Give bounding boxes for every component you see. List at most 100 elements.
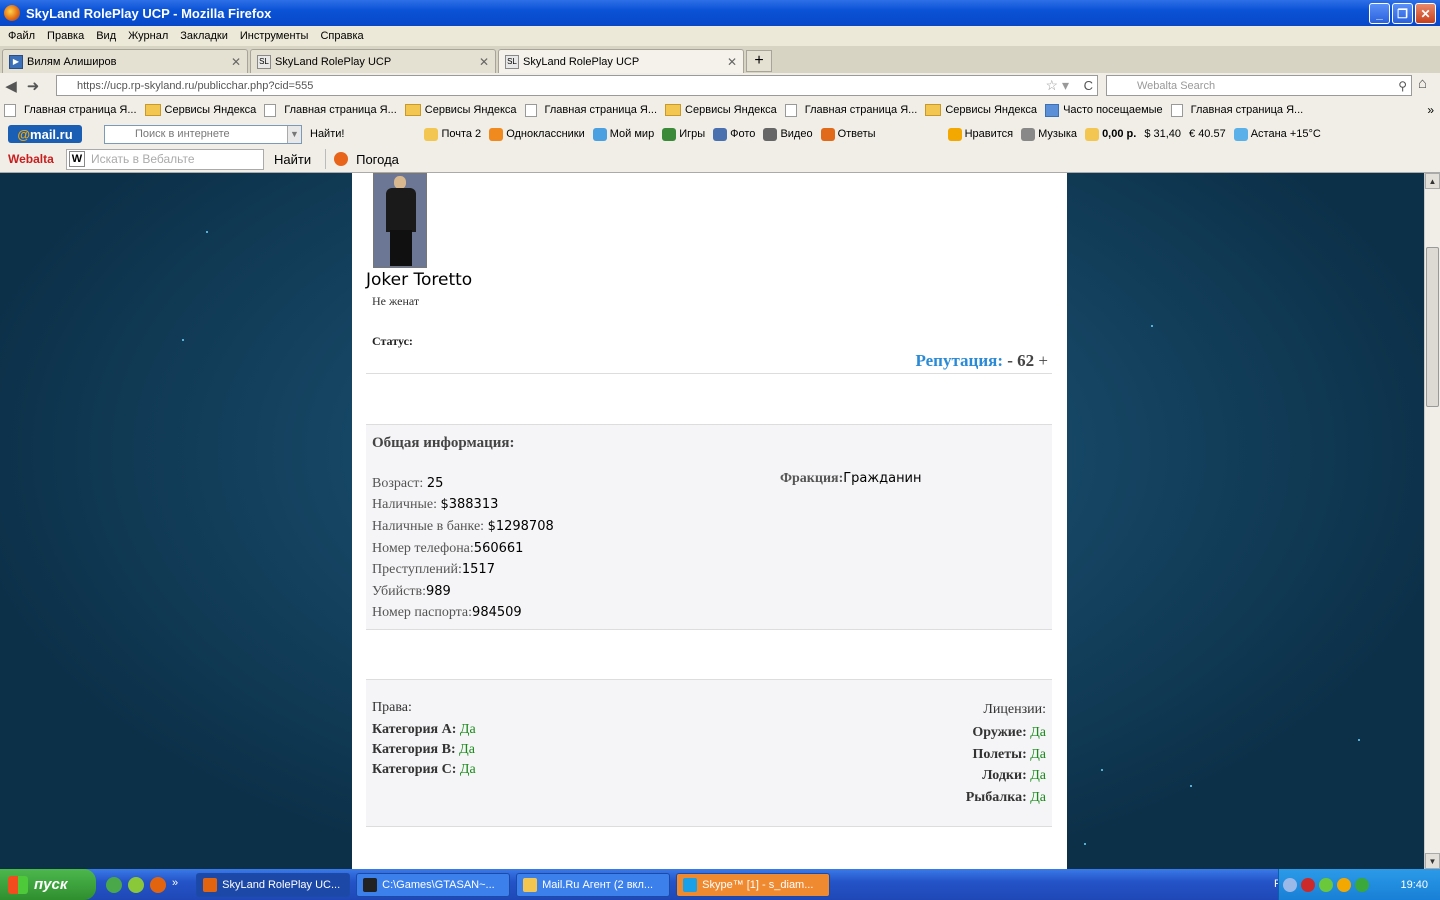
bookmark-folder[interactable]: Сервисы Яндекса [404, 104, 517, 116]
menu-file[interactable]: Файл [2, 30, 41, 42]
bookmark-star-icon[interactable]: ☆ ▾ [1046, 77, 1069, 94]
star-decoration [182, 339, 184, 341]
general-info-title: Общая информация: [372, 435, 515, 451]
scroll-up-arrow-icon[interactable]: ▲ [1425, 173, 1440, 189]
like-icon [947, 127, 962, 141]
star-decoration [1190, 785, 1192, 787]
weather-icon [1233, 127, 1248, 141]
start-button[interactable]: пуск [0, 869, 96, 900]
bookmark-most-visited[interactable]: Часто посещаемые [1045, 103, 1163, 117]
taskbar-item-cmd[interactable]: C:\Games\GTASAN~... [356, 872, 511, 897]
menu-view[interactable]: Вид [90, 30, 122, 42]
search-input[interactable]: Webalta Search ⚲ [1106, 75, 1412, 96]
tab-2[interactable]: SL SkyLand RolePlay UCP ✕ [250, 49, 496, 73]
info-row-age: Возраст: 25 [372, 476, 444, 491]
webalta-logo[interactable]: Webalta [8, 152, 60, 166]
network-icon[interactable] [1283, 877, 1297, 892]
reputation-minus-button[interactable]: - [1007, 351, 1013, 370]
mailru-item-mail[interactable]: Почта 2 [424, 127, 481, 141]
menu-bookmarks[interactable]: Закладки [174, 30, 234, 42]
tab-1[interactable]: ▶ Вилям Алиширов ✕ [2, 49, 248, 73]
firefox-icon[interactable] [150, 876, 166, 893]
page-viewport: Joker Toretto Не женат Статус: Репутация… [0, 173, 1424, 869]
bookmark-item[interactable]: Главная страница Я... [524, 103, 657, 117]
search-icon[interactable]: ⚲ [1398, 79, 1407, 93]
taskbar-item-mailru-agent[interactable]: Mail.Ru Агент (2 вкл... [516, 872, 671, 897]
utorrent-icon[interactable] [106, 876, 122, 893]
menu-help[interactable]: Справка [314, 30, 369, 42]
page-icon [1170, 103, 1183, 117]
mailru-item-eur[interactable]: € 40.57 [1189, 128, 1226, 140]
mailru-item-games[interactable]: Игры [662, 127, 705, 141]
mailru-item-ok[interactable]: Одноклассники [489, 127, 585, 141]
scroll-down-arrow-icon[interactable]: ▼ [1425, 853, 1440, 869]
mailru-item-balance[interactable]: 0,00 р. [1085, 127, 1136, 141]
mailru-item-like[interactable]: Нравится [947, 127, 1013, 141]
mailru-item-myworld[interactable]: Мой мир [592, 127, 654, 141]
mailru-item-weather[interactable]: Астана +15°C [1233, 127, 1321, 141]
bookmark-folder[interactable]: Сервисы Яндекса [144, 104, 256, 116]
dropdown-arrow-icon[interactable]: ▼ [287, 125, 301, 143]
icq-icon[interactable] [128, 876, 144, 893]
bookmark-item[interactable]: Главная страница Я... [264, 103, 397, 117]
skin-legs [390, 230, 412, 266]
menu-history[interactable]: Журнал [122, 30, 174, 42]
mailru-logo[interactable]: @ mail.ru [8, 125, 82, 143]
antivirus-icon[interactable] [1301, 877, 1315, 892]
webalta-search-input[interactable]: W Искать в Вебальте [66, 148, 264, 170]
download-icon[interactable] [1319, 877, 1333, 892]
mailru-search-input[interactable]: Поиск в интернете ▼ [104, 124, 302, 144]
close-window-button[interactable]: ✕ [1415, 3, 1436, 24]
url-text: https://ucp.rp-skyland.ru/publicchar.php… [77, 79, 314, 92]
reload-icon[interactable]: C [1084, 78, 1093, 93]
marital-status: Не женат [372, 294, 420, 308]
sun-icon [334, 152, 349, 166]
tab-3-active[interactable]: SL SkyLand RolePlay UCP ✕ [498, 49, 744, 73]
menu-tools[interactable]: Инструменты [234, 30, 315, 42]
wallet-icon [1085, 127, 1100, 141]
window-titlebar[interactable]: SkyLand RolePlay UCP - Mozilla Firefox _… [0, 0, 1440, 26]
vertical-scrollbar[interactable]: ▲ ▼ [1424, 173, 1440, 869]
tab-close-button[interactable]: ✕ [231, 55, 241, 69]
minimize-button[interactable]: _ [1369, 3, 1390, 24]
skyland-favicon-icon: SL [257, 54, 271, 69]
tab-close-button[interactable]: ✕ [727, 55, 737, 69]
forward-button[interactable]: ➜ [22, 77, 44, 95]
bookmark-item[interactable]: Главная страница Я... [1170, 103, 1303, 117]
search-placeholder: Webalta Search [1137, 79, 1216, 92]
back-button[interactable]: ◀ [0, 77, 22, 95]
scrollbar-thumb[interactable] [1426, 247, 1439, 407]
webalta-find-button[interactable]: Найти [274, 152, 311, 167]
general-info-block: Общая информация: Возраст: 25 Наличные: … [366, 424, 1052, 630]
taskbar-item-firefox[interactable]: SkyLand RolePlay UC... [196, 872, 351, 897]
new-tab-button[interactable]: + [746, 50, 772, 72]
bookmark-item[interactable]: Главная страница Я... [4, 103, 137, 117]
url-bar[interactable]: https://ucp.rp-skyland.ru/publicchar.php… [56, 75, 1098, 96]
info-row-passport: Номер паспорта:984509 [372, 605, 522, 620]
info-row-bank: Наличные в банке: $1298708 [372, 519, 554, 534]
bookmarks-overflow-button[interactable]: » [1427, 103, 1434, 117]
mailru-item-usd[interactable]: $ 31,40 [1144, 128, 1181, 140]
quick-launch-more[interactable]: » [172, 877, 178, 893]
bookmark-folder[interactable]: Сервисы Яндекса [665, 104, 777, 116]
mailru-find-button[interactable]: Найти! [310, 128, 344, 140]
webalta-search-placeholder: Искать в Вебальте [91, 152, 195, 166]
bookmark-item[interactable]: Главная страница Я... [784, 103, 917, 117]
mailru-item-video[interactable]: Видео [763, 127, 813, 141]
security-icon[interactable] [1337, 877, 1351, 892]
icq-tray-icon[interactable] [1355, 877, 1369, 892]
bookmark-folder[interactable]: Сервисы Яндекса [925, 104, 1037, 116]
mailru-item-answers[interactable]: Ответы [820, 127, 876, 141]
maximize-button[interactable]: ❐ [1392, 3, 1413, 24]
reputation-plus-button[interactable]: + [1038, 351, 1048, 370]
console-icon [363, 877, 378, 892]
mailru-item-photo[interactable]: Фото [713, 127, 755, 141]
mailru-item-music[interactable]: Музыка [1021, 127, 1077, 141]
menu-edit[interactable]: Правка [41, 30, 90, 42]
tab-close-button[interactable]: ✕ [479, 55, 489, 69]
webalta-weather-button[interactable]: Погода [334, 152, 399, 167]
taskbar-item-skype[interactable]: Skype™ [1] - s_diam... [676, 872, 831, 897]
page-icon [4, 103, 16, 117]
home-icon[interactable]: ⌂ [1418, 75, 1427, 92]
license-flight: Полеты: Да [972, 747, 1046, 762]
